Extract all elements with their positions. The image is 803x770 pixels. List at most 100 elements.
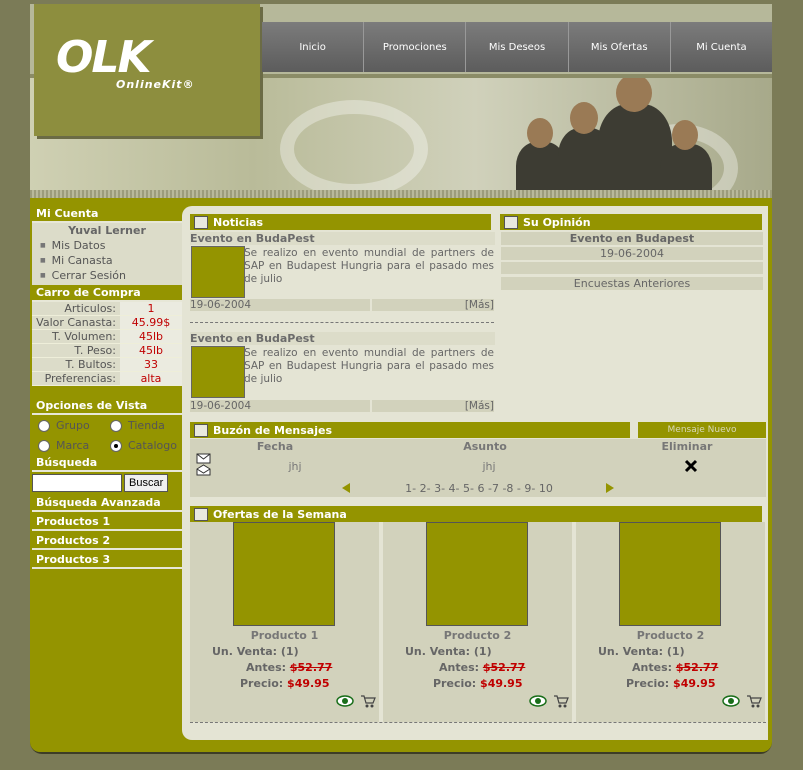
offer-before-price: $52.77 [482,661,526,674]
cart-label: T. Peso: [74,344,116,357]
search-row: Buscar [32,472,182,495]
offers-title: Ofertas de la Semana [213,507,347,521]
nav-inicio[interactable]: Inicio [262,22,365,72]
news-thumbnail[interactable] [191,246,245,298]
news-thumbnail[interactable] [191,346,245,398]
offer-price: Precio: $49.95 [433,677,523,690]
products-1-link[interactable]: Productos 1 [32,514,182,531]
news-heading[interactable]: Evento en BudaPest [190,332,495,345]
view-option-tienda[interactable]: Tienda [110,419,182,432]
offer-price-value: $49.95 [480,677,523,690]
cart-label: T. Bultos: [65,358,116,371]
offer-price: Precio: $49.95 [626,677,716,690]
cart-label: Preferencias: [44,372,116,385]
radio-button-selected[interactable] [110,439,122,452]
offer-before: Antes: $52.77 [246,661,332,674]
radio-button[interactable] [38,419,50,432]
offer-unit-label: Un. Venta: [598,645,664,658]
nav-mis-ofertas[interactable]: Mis Ofertas [569,22,671,72]
messages-title: Buzón de Mensajes [213,423,332,437]
offers-divider [190,722,766,723]
sidebar-account-title: Mi Cuenta [32,206,182,223]
user-name: Yuval Lerner [68,224,146,237]
news-more-link[interactable]: [Más] [372,400,494,412]
cart-label: Articulos: [64,302,116,315]
offer-name[interactable]: Producto 1 [190,629,379,642]
view-option-label: Tienda [128,419,165,432]
offer-price: Precio: $49.95 [240,677,330,690]
column-eliminar: Eliminar [661,440,713,453]
pagination[interactable]: 1- 2- 3- 4- 5- 6 -7 -8 - 9- 10 [394,482,564,495]
offer-price-label: Precio: [433,677,477,690]
cart-value: alta [120,372,182,385]
opinion-icon [504,215,518,229]
products-3-link[interactable]: Productos 3 [32,552,182,569]
banner-ring-decoration [280,100,428,196]
banner-person [660,144,712,196]
link-cerrar-sesion[interactable]: Cerrar Sesión [40,268,182,283]
offers-icon [194,507,208,521]
radio-button[interactable] [110,419,122,432]
offer-name[interactable]: Producto 2 [576,629,765,642]
sidebar-account-box: Yuval Lerner Mis Datos Mi Canasta Cerrar… [32,223,182,285]
view-options-row: Grupo Tienda [32,415,182,435]
offer-before-price: $52.77 [289,661,333,674]
news-divider [190,322,494,323]
banner-person-head [570,102,598,134]
view-option-marca[interactable]: Marca [38,439,110,452]
offer-price-label: Precio: [626,677,670,690]
offer-name[interactable]: Producto 2 [383,629,572,642]
messages-section-title: Buzón de Mensajes [190,422,636,438]
radio-button[interactable] [38,439,50,452]
cart-row: Valor Canasta: 45.99$ [32,316,182,330]
view-eye-icon[interactable] [336,694,354,708]
cart-row: Preferencias: alta [32,372,182,386]
nav-promociones[interactable]: Promociones [364,22,467,72]
offer-unit-value: (1) [666,645,685,658]
cart-row: Articulos: 1 [32,302,182,316]
next-arrow-icon[interactable] [604,482,616,494]
logo[interactable]: OLK OnlineKit® [34,4,260,136]
nav-mi-cuenta[interactable]: Mi Cuenta [671,22,772,72]
delete-x-icon[interactable] [684,459,698,473]
offer-unit-label: Un. Venta: [405,645,471,658]
link-mi-canasta[interactable]: Mi Canasta [40,253,182,268]
advanced-search-link[interactable]: Búsqueda Avanzada [32,495,182,512]
view-eye-icon[interactable] [529,694,547,708]
cart-icon[interactable] [746,694,762,708]
offer-before: Antes: $52.77 [632,661,718,674]
offer-price-value: $49.95 [287,677,330,690]
news-more-link[interactable]: [Más] [372,299,494,311]
offer-unit-value: (1) [473,645,492,658]
view-option-catalogo[interactable]: Catalogo [110,439,182,452]
offer-unit-value: (1) [280,645,299,658]
offer-unit: Un. Venta: (1) [212,645,299,658]
header-dotted-strip [30,190,772,198]
offer-unit: Un. Venta: (1) [598,645,685,658]
cart-value: 45lb [120,344,182,357]
prev-arrow-icon[interactable] [340,482,352,494]
products-2-link[interactable]: Productos 2 [32,533,182,550]
note-icon [194,215,208,229]
message-fecha[interactable]: jhj [210,460,380,473]
search-button[interactable]: Buscar [124,474,169,492]
cart-icon[interactable] [360,694,376,708]
link-mis-datos[interactable]: Mis Datos [40,238,182,253]
offer-image[interactable] [619,522,721,626]
offer-image[interactable] [426,522,528,626]
offer-image[interactable] [233,522,335,626]
news-heading[interactable]: Evento en BudaPest [190,232,495,245]
cart-label: T. Volumen: [52,330,116,343]
search-input[interactable] [32,474,122,492]
cart-value: 45lb [120,330,182,343]
news-body: Se realizo en evento mundial de partners… [244,247,494,285]
offer-card: Producto 1 Un. Venta: (1) Antes: $52.77 … [190,522,379,722]
nav-mis-deseos[interactable]: Mis Deseos [466,22,569,72]
new-message-link[interactable]: Mensaje Nuevo [638,422,766,438]
previous-surveys-link[interactable]: Encuestas Anteriores [501,277,763,290]
cart-icon[interactable] [553,694,569,708]
main-panel: Noticias Evento en BudaPest Se realizo e… [182,206,768,740]
view-eye-icon[interactable] [722,694,740,708]
view-option-grupo[interactable]: Grupo [38,419,110,432]
message-asunto[interactable]: jhj [404,460,574,473]
